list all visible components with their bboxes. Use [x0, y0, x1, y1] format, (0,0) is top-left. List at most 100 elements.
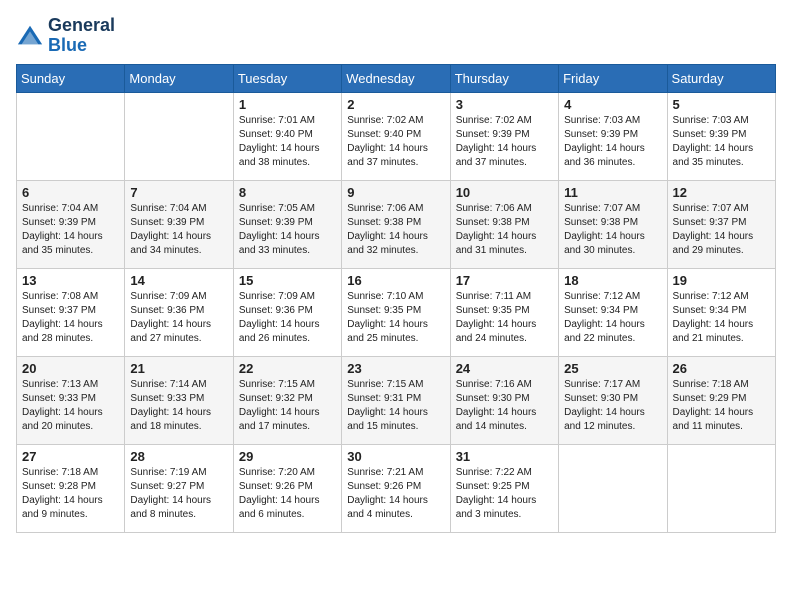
day-number: 24 [456, 361, 553, 376]
day-number: 6 [22, 185, 119, 200]
day-detail: Sunrise: 7:11 AMSunset: 9:35 PMDaylight:… [456, 291, 537, 344]
logo-text-general: General [48, 16, 115, 36]
calendar-cell: 17 Sunrise: 7:11 AMSunset: 9:35 PMDaylig… [450, 268, 558, 356]
weekday-header: Tuesday [233, 64, 341, 92]
day-detail: Sunrise: 7:08 AMSunset: 9:37 PMDaylight:… [22, 291, 103, 344]
calendar-cell: 16 Sunrise: 7:10 AMSunset: 9:35 PMDaylig… [342, 268, 450, 356]
calendar-cell: 4 Sunrise: 7:03 AMSunset: 9:39 PMDayligh… [559, 92, 667, 180]
calendar-cell: 13 Sunrise: 7:08 AMSunset: 9:37 PMDaylig… [17, 268, 125, 356]
calendar-cell: 2 Sunrise: 7:02 AMSunset: 9:40 PMDayligh… [342, 92, 450, 180]
day-number: 2 [347, 97, 444, 112]
calendar-cell: 28 Sunrise: 7:19 AMSunset: 9:27 PMDaylig… [125, 444, 233, 532]
day-number: 7 [130, 185, 227, 200]
day-number: 26 [673, 361, 770, 376]
calendar-cell: 22 Sunrise: 7:15 AMSunset: 9:32 PMDaylig… [233, 356, 341, 444]
day-detail: Sunrise: 7:14 AMSunset: 9:33 PMDaylight:… [130, 379, 211, 432]
day-number: 11 [564, 185, 661, 200]
day-detail: Sunrise: 7:16 AMSunset: 9:30 PMDaylight:… [456, 379, 537, 432]
day-number: 1 [239, 97, 336, 112]
day-detail: Sunrise: 7:01 AMSunset: 9:40 PMDaylight:… [239, 115, 320, 168]
day-detail: Sunrise: 7:18 AMSunset: 9:28 PMDaylight:… [22, 467, 103, 520]
day-detail: Sunrise: 7:07 AMSunset: 9:38 PMDaylight:… [564, 203, 645, 256]
calendar-cell: 15 Sunrise: 7:09 AMSunset: 9:36 PMDaylig… [233, 268, 341, 356]
day-number: 25 [564, 361, 661, 376]
calendar-cell [559, 444, 667, 532]
logo: General Blue [16, 16, 115, 56]
logo-icon [16, 22, 44, 50]
weekday-header: Wednesday [342, 64, 450, 92]
day-detail: Sunrise: 7:02 AMSunset: 9:39 PMDaylight:… [456, 115, 537, 168]
calendar-week-row: 6 Sunrise: 7:04 AMSunset: 9:39 PMDayligh… [17, 180, 776, 268]
calendar-cell: 21 Sunrise: 7:14 AMSunset: 9:33 PMDaylig… [125, 356, 233, 444]
calendar-cell: 12 Sunrise: 7:07 AMSunset: 9:37 PMDaylig… [667, 180, 775, 268]
calendar-cell: 31 Sunrise: 7:22 AMSunset: 9:25 PMDaylig… [450, 444, 558, 532]
calendar-cell: 10 Sunrise: 7:06 AMSunset: 9:38 PMDaylig… [450, 180, 558, 268]
calendar-cell: 3 Sunrise: 7:02 AMSunset: 9:39 PMDayligh… [450, 92, 558, 180]
calendar-cell: 24 Sunrise: 7:16 AMSunset: 9:30 PMDaylig… [450, 356, 558, 444]
calendar-cell: 6 Sunrise: 7:04 AMSunset: 9:39 PMDayligh… [17, 180, 125, 268]
day-number: 29 [239, 449, 336, 464]
day-detail: Sunrise: 7:06 AMSunset: 9:38 PMDaylight:… [347, 203, 428, 256]
calendar-cell: 11 Sunrise: 7:07 AMSunset: 9:38 PMDaylig… [559, 180, 667, 268]
day-number: 5 [673, 97, 770, 112]
calendar-week-row: 1 Sunrise: 7:01 AMSunset: 9:40 PMDayligh… [17, 92, 776, 180]
day-number: 31 [456, 449, 553, 464]
day-detail: Sunrise: 7:12 AMSunset: 9:34 PMDaylight:… [564, 291, 645, 344]
day-number: 20 [22, 361, 119, 376]
weekday-header: Thursday [450, 64, 558, 92]
day-detail: Sunrise: 7:19 AMSunset: 9:27 PMDaylight:… [130, 467, 211, 520]
day-detail: Sunrise: 7:10 AMSunset: 9:35 PMDaylight:… [347, 291, 428, 344]
calendar-week-row: 27 Sunrise: 7:18 AMSunset: 9:28 PMDaylig… [17, 444, 776, 532]
day-number: 18 [564, 273, 661, 288]
calendar-cell: 26 Sunrise: 7:18 AMSunset: 9:29 PMDaylig… [667, 356, 775, 444]
day-detail: Sunrise: 7:18 AMSunset: 9:29 PMDaylight:… [673, 379, 754, 432]
calendar-week-row: 20 Sunrise: 7:13 AMSunset: 9:33 PMDaylig… [17, 356, 776, 444]
day-detail: Sunrise: 7:05 AMSunset: 9:39 PMDaylight:… [239, 203, 320, 256]
logo-text-blue: Blue [48, 36, 115, 56]
calendar-cell [667, 444, 775, 532]
day-number: 9 [347, 185, 444, 200]
day-detail: Sunrise: 7:15 AMSunset: 9:31 PMDaylight:… [347, 379, 428, 432]
day-number: 17 [456, 273, 553, 288]
calendar-cell: 18 Sunrise: 7:12 AMSunset: 9:34 PMDaylig… [559, 268, 667, 356]
day-detail: Sunrise: 7:04 AMSunset: 9:39 PMDaylight:… [22, 203, 103, 256]
day-number: 27 [22, 449, 119, 464]
weekday-header: Saturday [667, 64, 775, 92]
calendar-cell [17, 92, 125, 180]
weekday-header: Sunday [17, 64, 125, 92]
calendar-cell: 7 Sunrise: 7:04 AMSunset: 9:39 PMDayligh… [125, 180, 233, 268]
day-detail: Sunrise: 7:15 AMSunset: 9:32 PMDaylight:… [239, 379, 320, 432]
calendar-cell: 5 Sunrise: 7:03 AMSunset: 9:39 PMDayligh… [667, 92, 775, 180]
calendar-cell: 9 Sunrise: 7:06 AMSunset: 9:38 PMDayligh… [342, 180, 450, 268]
calendar-cell: 8 Sunrise: 7:05 AMSunset: 9:39 PMDayligh… [233, 180, 341, 268]
day-number: 16 [347, 273, 444, 288]
day-number: 14 [130, 273, 227, 288]
weekday-header: Friday [559, 64, 667, 92]
day-detail: Sunrise: 7:12 AMSunset: 9:34 PMDaylight:… [673, 291, 754, 344]
day-detail: Sunrise: 7:02 AMSunset: 9:40 PMDaylight:… [347, 115, 428, 168]
day-number: 21 [130, 361, 227, 376]
day-number: 19 [673, 273, 770, 288]
calendar-header-row: SundayMondayTuesdayWednesdayThursdayFrid… [17, 64, 776, 92]
day-number: 22 [239, 361, 336, 376]
day-detail: Sunrise: 7:03 AMSunset: 9:39 PMDaylight:… [673, 115, 754, 168]
calendar-cell: 20 Sunrise: 7:13 AMSunset: 9:33 PMDaylig… [17, 356, 125, 444]
calendar-cell [125, 92, 233, 180]
calendar-cell: 29 Sunrise: 7:20 AMSunset: 9:26 PMDaylig… [233, 444, 341, 532]
calendar-cell: 19 Sunrise: 7:12 AMSunset: 9:34 PMDaylig… [667, 268, 775, 356]
calendar-cell: 14 Sunrise: 7:09 AMSunset: 9:36 PMDaylig… [125, 268, 233, 356]
calendar-table: SundayMondayTuesdayWednesdayThursdayFrid… [16, 64, 776, 533]
day-number: 8 [239, 185, 336, 200]
day-detail: Sunrise: 7:21 AMSunset: 9:26 PMDaylight:… [347, 467, 428, 520]
calendar-cell: 30 Sunrise: 7:21 AMSunset: 9:26 PMDaylig… [342, 444, 450, 532]
day-detail: Sunrise: 7:03 AMSunset: 9:39 PMDaylight:… [564, 115, 645, 168]
day-detail: Sunrise: 7:09 AMSunset: 9:36 PMDaylight:… [130, 291, 211, 344]
calendar-cell: 1 Sunrise: 7:01 AMSunset: 9:40 PMDayligh… [233, 92, 341, 180]
day-number: 3 [456, 97, 553, 112]
calendar-cell: 23 Sunrise: 7:15 AMSunset: 9:31 PMDaylig… [342, 356, 450, 444]
day-detail: Sunrise: 7:20 AMSunset: 9:26 PMDaylight:… [239, 467, 320, 520]
day-detail: Sunrise: 7:17 AMSunset: 9:30 PMDaylight:… [564, 379, 645, 432]
day-number: 28 [130, 449, 227, 464]
weekday-header: Monday [125, 64, 233, 92]
day-number: 12 [673, 185, 770, 200]
